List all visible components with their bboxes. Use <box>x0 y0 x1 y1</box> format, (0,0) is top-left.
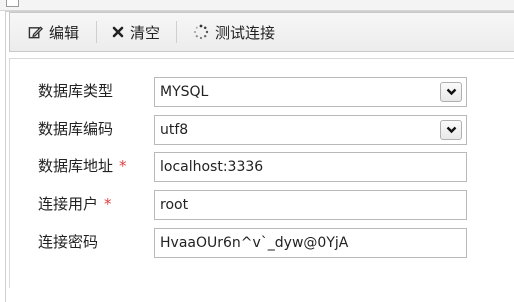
db-user-input[interactable]: root <box>154 190 467 220</box>
toolbar: 编辑 清空 测试连接 <box>9 12 514 52</box>
db-address-label: 数据库地址 * <box>38 157 127 175</box>
chevron-down-icon <box>446 116 457 144</box>
db-user-label: 连接用户 * <box>38 195 112 213</box>
db-password-value: HvaaOUr6n^v`_dyw@0YjA <box>160 235 349 251</box>
db-type-value: MYSQL <box>160 84 209 100</box>
test-connection-label: 测试连接 <box>215 23 276 42</box>
chevron-down-icon <box>446 78 457 106</box>
clear-button[interactable]: 清空 <box>112 13 160 51</box>
db-type-dropdown-button[interactable] <box>440 82 462 102</box>
db-encoding-dropdown-button[interactable] <box>440 120 462 140</box>
window-top-strip <box>0 0 514 11</box>
db-encoding-label: 数据库编码 <box>38 120 114 138</box>
db-user-value: root <box>160 197 189 213</box>
toolbar-separator <box>176 21 177 43</box>
db-password-input[interactable]: HvaaOUr6n^v`_dyw@0YjA <box>154 228 467 258</box>
required-mark: * <box>119 157 127 175</box>
required-mark: * <box>104 195 112 213</box>
edit-icon <box>28 25 43 40</box>
window-corner-box <box>6 0 19 7</box>
edit-button[interactable]: 编辑 <box>28 13 79 51</box>
test-connection-button[interactable]: 测试连接 <box>193 13 275 51</box>
clear-button-label: 清空 <box>130 23 161 42</box>
db-password-label: 连接密码 <box>38 233 99 251</box>
db-encoding-select[interactable]: utf8 <box>154 115 467 145</box>
db-address-input[interactable]: localhost:3336 <box>154 152 467 182</box>
db-type-label: 数据库类型 <box>38 82 114 100</box>
x-icon <box>112 26 124 38</box>
db-type-select[interactable]: MYSQL <box>154 77 467 107</box>
edit-button-label: 编辑 <box>49 23 80 42</box>
spinner-icon <box>193 24 209 40</box>
db-address-value: localhost:3336 <box>160 159 264 175</box>
db-encoding-value: utf8 <box>160 122 189 138</box>
toolbar-separator <box>96 21 97 43</box>
